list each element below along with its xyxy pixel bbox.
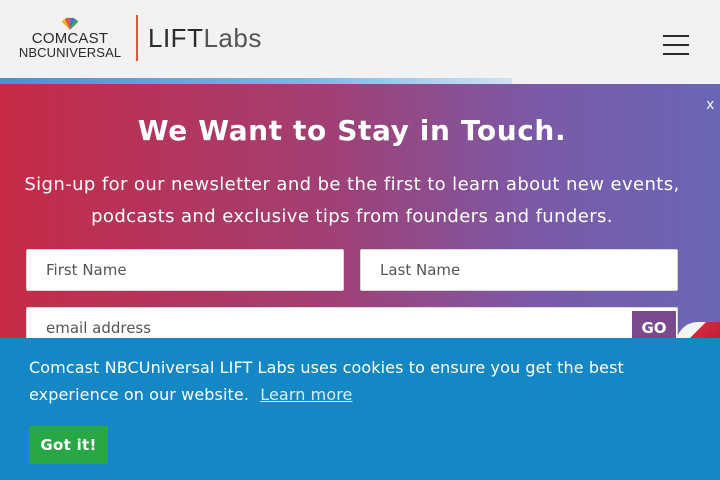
site-header: COMCAST NBCUNIVERSAL LIFTLabs [0,0,720,84]
hamburger-bar [663,44,689,46]
hamburger-bar [663,53,689,55]
last-name-input[interactable] [360,249,678,291]
brand-line-2: NBCUNIVERSAL [18,44,122,60]
peacock-icon [62,17,78,30]
brand-line-1: COMCAST [31,29,109,47]
modal-title: We Want to Stay in Touch. [137,114,567,147]
hamburger-bar [663,35,689,37]
labs-wordmark: Labs [203,22,262,53]
newsletter-modal: x We Want to Stay in Touch. Sign-up for … [0,84,720,352]
cookie-banner: Comcast NBCUniversal LIFT Labs uses cook… [0,338,720,480]
logo-divider [136,15,138,61]
comcast-nbcuniversal-logo: COMCAST NBCUNIVERSAL [14,17,126,60]
first-name-input[interactable] [26,249,344,291]
modal-description: Sign-up for our newsletter and be the fi… [24,174,680,227]
lift-wordmark: LIFT [148,22,204,53]
learn-more-link[interactable]: Learn more [260,385,352,404]
close-icon[interactable]: x [707,96,715,113]
accept-cookies-button[interactable]: Got it! [29,426,108,464]
hamburger-icon[interactable] [663,35,689,55]
site-logo[interactable]: COMCAST NBCUNIVERSAL LIFTLabs [14,14,262,62]
lift-labs-wordmark: LIFTLabs [148,23,262,54]
cookie-message-container: Comcast NBCUniversal LIFT Labs uses cook… [29,354,669,408]
